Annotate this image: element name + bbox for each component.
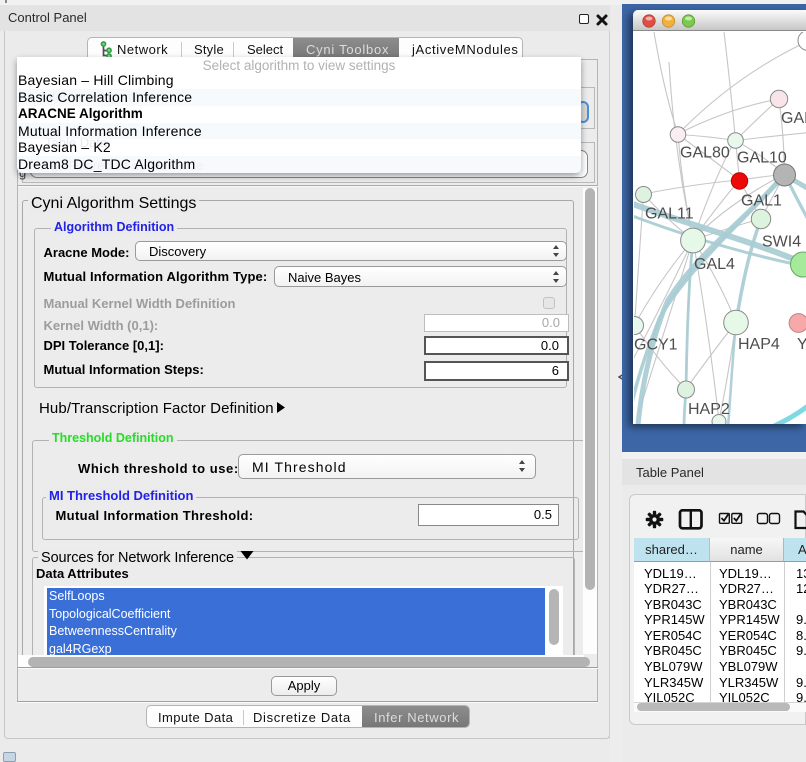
svg-text:HAP4: HAP4 bbox=[738, 336, 780, 353]
svg-text:GAL80: GAL80 bbox=[680, 145, 730, 162]
svg-text:HAP2: HAP2 bbox=[688, 401, 730, 418]
svg-text:SWI4: SWI4 bbox=[762, 234, 801, 251]
svg-text:GAL1: GAL1 bbox=[741, 193, 782, 210]
svg-text:GAL10: GAL10 bbox=[737, 150, 787, 167]
svg-text:GAL4: GAL4 bbox=[694, 256, 735, 273]
svg-text:GAL7: GAL7 bbox=[781, 110, 806, 127]
svg-text:GCY1: GCY1 bbox=[634, 337, 678, 354]
svg-text:Y: Y bbox=[797, 336, 806, 353]
svg-text:GAL11: GAL11 bbox=[645, 206, 694, 223]
